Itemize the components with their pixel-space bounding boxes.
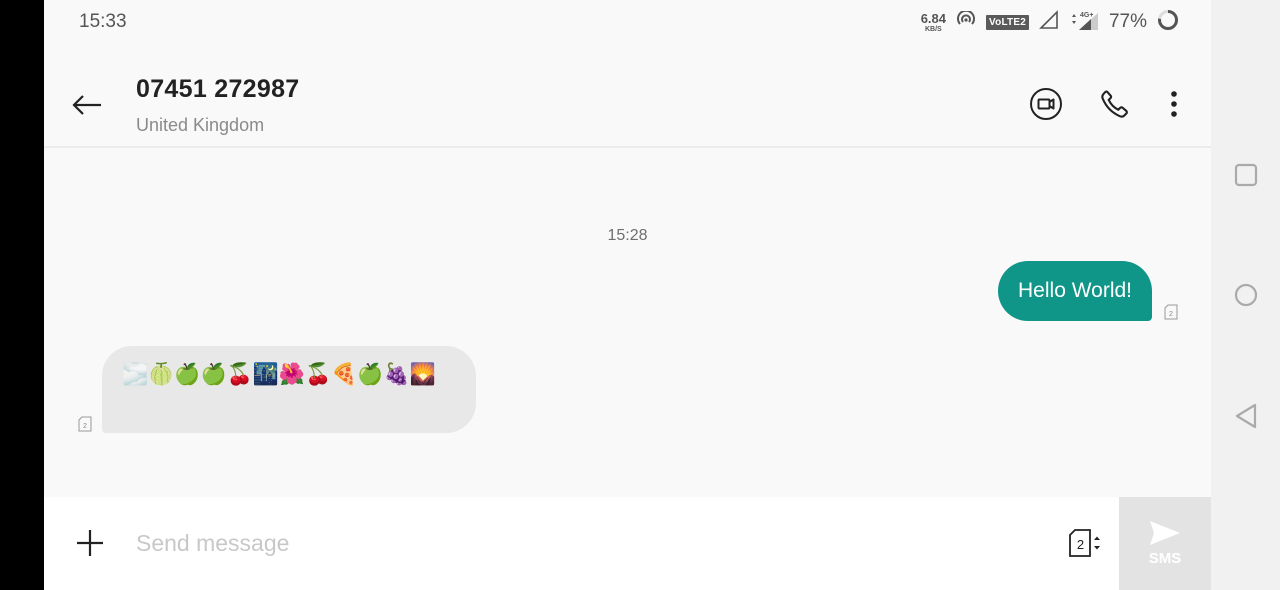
contact-country: United Kingdom: [136, 115, 265, 135]
home-circle-icon: [1234, 283, 1258, 307]
battery-ring-icon: [1157, 9, 1179, 36]
status-icons: 6.84 KB/S VoLTE2 4G+ 77%: [921, 8, 1179, 36]
more-vert-icon: [1171, 91, 1177, 117]
battery-percent: 77%: [1108, 11, 1147, 32]
volte-badge: VoLTE2: [986, 14, 1029, 30]
svg-text:2: 2: [1077, 537, 1084, 552]
message-list[interactable]: 15:28 Hello World! 2 2 🌫️🍈🍏🍏🍒🌃🌺🍒🍕🍏🍇🌄: [44, 150, 1211, 496]
back-triangle-icon: [1235, 403, 1257, 429]
outgoing-message-bubble[interactable]: Hello World!: [998, 261, 1152, 321]
signal-sim2-4g-icon: 4G+: [1069, 9, 1099, 36]
svg-text:4G+: 4G+: [1080, 12, 1093, 19]
system-nav-bar: [1211, 0, 1280, 590]
add-attachment-button[interactable]: [74, 527, 106, 559]
message-timestamp: 15:28: [607, 227, 648, 244]
send-sms-button[interactable]: SMS: [1119, 497, 1211, 590]
hotspot-icon: [956, 9, 976, 34]
contact-name: 07451 272987: [136, 75, 300, 103]
video-call-icon: [1030, 88, 1062, 120]
back-button[interactable]: [70, 88, 104, 122]
video-call-button[interactable]: [1028, 86, 1064, 122]
conversation-header: 07451 272987 United Kingdom: [44, 44, 1211, 148]
more-options-button[interactable]: [1156, 86, 1192, 122]
call-button[interactable]: [1097, 86, 1133, 122]
sim-card-icon: 2: [1069, 529, 1100, 557]
incoming-message-bubble[interactable]: 🌫️🍈🍏🍏🍒🌃🌺🍒🍕🍏🍇🌄: [102, 346, 476, 433]
svg-text:2: 2: [83, 423, 87, 430]
back-nav-button[interactable]: [1233, 403, 1259, 429]
sim2-indicator-icon: 2: [1164, 304, 1178, 320]
incoming-message-text: 🌫️🍈🍏🍏🍒🌃🌺🍒🍕🍏🍇🌄: [122, 363, 436, 386]
send-label: SMS: [1148, 550, 1182, 567]
phone-icon: [1101, 90, 1128, 118]
network-speed-value: 6.84: [920, 10, 947, 26]
message-composer: 2: [44, 497, 1119, 590]
signal-sim1-icon: [1039, 9, 1059, 35]
message-input[interactable]: [136, 521, 1016, 565]
svg-text:2: 2: [1169, 311, 1173, 318]
home-button[interactable]: [1233, 282, 1259, 308]
network-speed: 6.84 KB/S: [921, 12, 946, 33]
status-bar: 15:33 6.84 KB/S VoLTE2 4G+ 77%: [44, 0, 1211, 44]
recents-button[interactable]: [1233, 162, 1259, 188]
recents-square-icon: [1234, 163, 1258, 187]
status-time: 15:33: [79, 11, 127, 32]
send-icon: [1150, 521, 1180, 545]
network-speed-unit: KB/S: [924, 25, 942, 33]
messaging-screen: 15:33 6.84 KB/S VoLTE2 4G+ 77% 07451 272…: [44, 0, 1211, 590]
back-arrow-icon: [72, 95, 101, 115]
plus-icon: [77, 530, 103, 556]
sim-selector[interactable]: 2: [1068, 527, 1104, 559]
sim2-indicator-icon: 2: [78, 416, 92, 432]
outgoing-message-text: Hello World!: [1018, 279, 1132, 302]
screen-edge: [0, 0, 44, 590]
